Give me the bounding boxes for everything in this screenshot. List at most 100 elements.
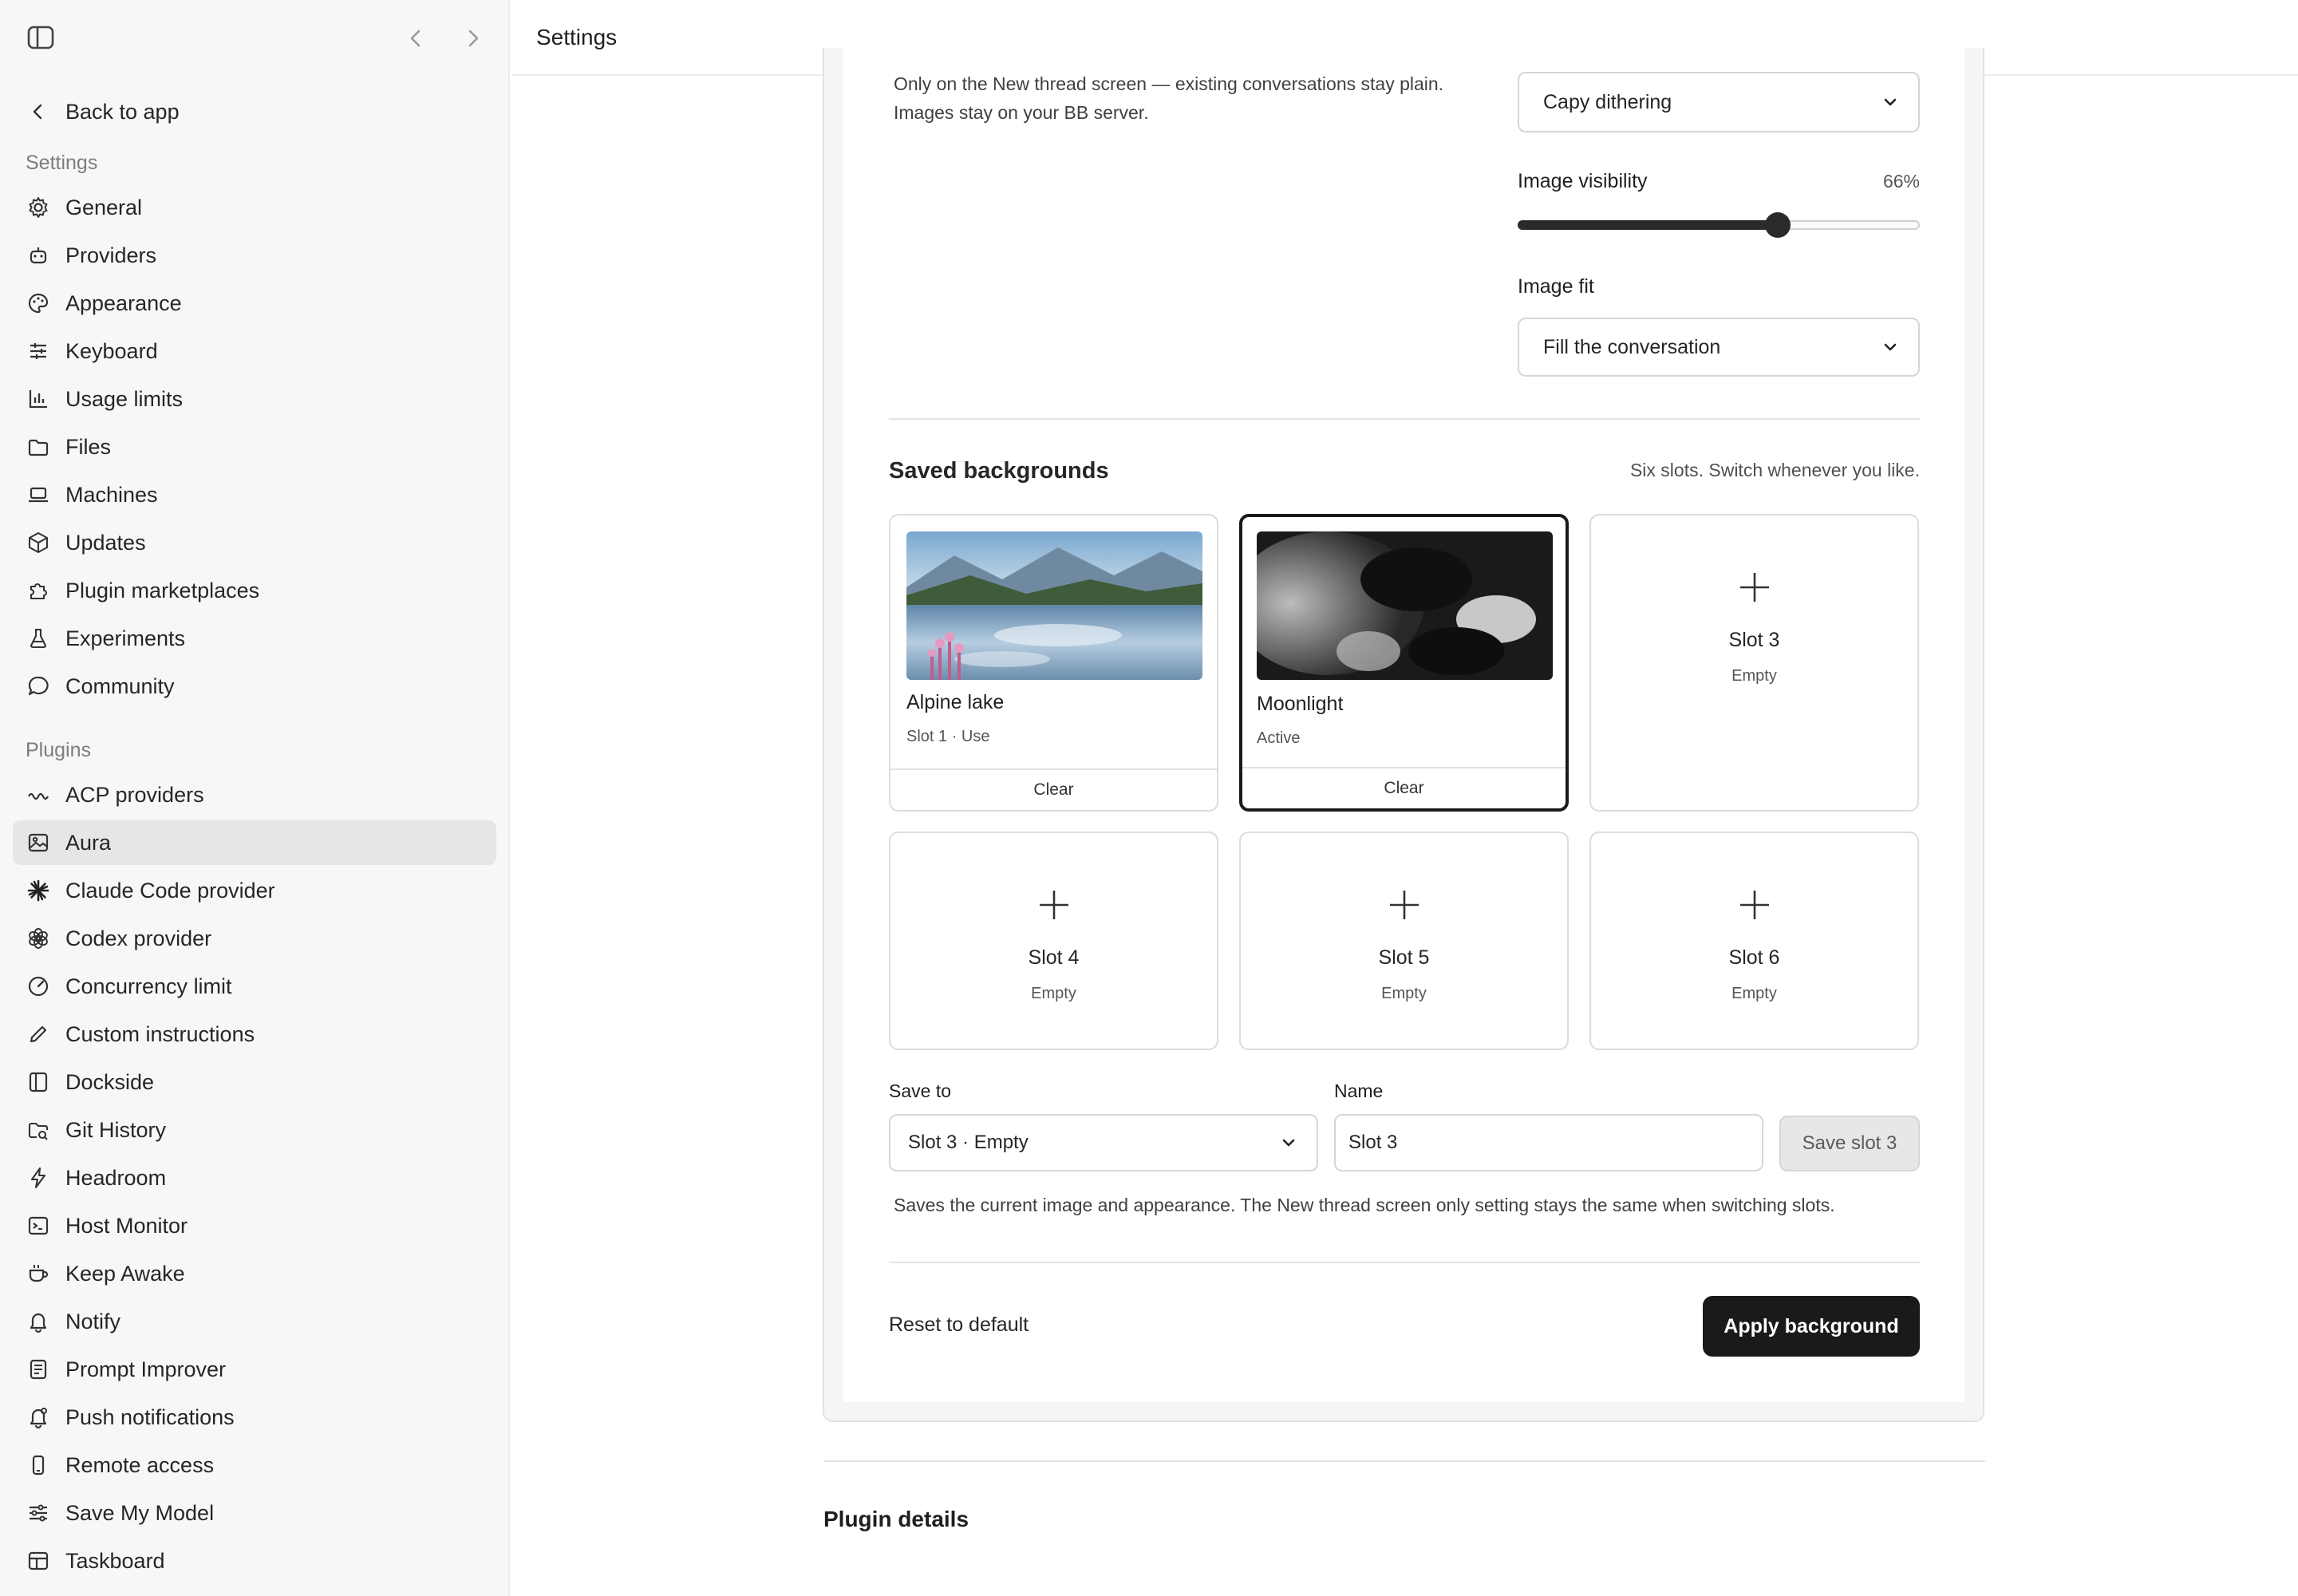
sidebar-item-push-notifications[interactable]: Push notifications	[13, 1395, 496, 1440]
sidebar-item-label: Concurrency limit	[65, 974, 232, 998]
robot-icon	[26, 243, 51, 268]
slot-card-5[interactable]: Slot 5 Empty	[1239, 832, 1569, 1050]
sidebar-item-general[interactable]: General	[13, 185, 496, 230]
sidebar-item-keep-awake[interactable]: Keep Awake	[13, 1251, 496, 1296]
sidebar-item-plugin-marketplaces[interactable]: Plugin marketplaces	[13, 568, 496, 613]
saved-backgrounds-title: Saved backgrounds	[889, 458, 1109, 484]
sidebar-item-community[interactable]: Community	[13, 664, 496, 709]
slot-name: Moonlight	[1257, 693, 1344, 715]
clear-slot-button[interactable]: Clear	[890, 768, 1217, 810]
sidebar-item-label: Save My Model	[65, 1500, 215, 1525]
sidebar-item-remote-access[interactable]: Remote access	[13, 1443, 496, 1487]
plugins-section-label: Plugins	[26, 739, 91, 761]
folder-icon	[26, 434, 51, 460]
clear-slot-button[interactable]: Clear	[1242, 767, 1566, 808]
sidebar-item-notify[interactable]: Notify	[13, 1299, 496, 1344]
terminal-icon	[26, 1213, 51, 1238]
page-title: Settings	[536, 25, 618, 49]
bolt-icon	[26, 1165, 51, 1191]
slot-name: Alpine lake	[906, 691, 1005, 713]
sidebar-item-label: Files	[65, 434, 112, 459]
sidebar-item-host-monitor[interactable]: Host Monitor	[13, 1203, 496, 1248]
slot-card-6[interactable]: Slot 6 Empty	[1589, 832, 1919, 1050]
sidebar-item-codex-provider[interactable]: Codex provider	[13, 916, 496, 961]
name-label: Name	[1334, 1080, 1384, 1101]
back-to-app-link[interactable]: Back to app	[13, 89, 496, 134]
divider	[823, 1460, 1985, 1462]
slot-card-3[interactable]: Slot 3 Empty	[1589, 514, 1919, 812]
chevron-down-icon	[1884, 98, 1897, 106]
slot-name-input[interactable]: Slot 3	[1334, 1114, 1763, 1171]
sidebar-item-machines[interactable]: Machines	[13, 472, 496, 517]
sidebar-item-aura[interactable]: Aura	[13, 820, 496, 865]
sidebar-item-usage-limits[interactable]: Usage limits	[13, 377, 496, 421]
sidebar-item-appearance[interactable]: Appearance	[13, 281, 496, 326]
visibility-slider-thumb[interactable]	[1764, 212, 1791, 238]
sidebar-item-keyboard[interactable]: Keyboard	[13, 329, 496, 373]
slot-card-1[interactable]: Alpine lake Slot 1 · Use Clear	[889, 514, 1218, 812]
sidebar-item-updates[interactable]: Updates	[13, 520, 496, 565]
sidebar-item-label: Notify	[65, 1309, 121, 1333]
flask-icon	[26, 626, 51, 651]
chat-bubble-icon	[26, 674, 51, 699]
sidebar-item-label: Dockside	[65, 1069, 155, 1094]
sidebar-item-label: Community	[65, 674, 175, 698]
laptop-icon	[26, 482, 51, 508]
sidebar-item-headroom[interactable]: Headroom	[13, 1156, 496, 1200]
sidebar-item-prompt-improver[interactable]: Prompt Improver	[13, 1347, 496, 1392]
slot-card-2[interactable]: Moonlight Active Clear	[1239, 514, 1569, 812]
sidebar-item-taskboard[interactable]: Taskboard	[13, 1539, 496, 1583]
saved-backgrounds-note: Six slots. Switch whenever you like.	[1629, 460, 1920, 480]
sidebar-item-experiments[interactable]: Experiments	[13, 616, 496, 661]
sidebar-item-custom-instructions[interactable]: Custom instructions	[13, 1012, 496, 1057]
document-icon	[26, 1357, 51, 1382]
plus-icon	[1389, 891, 1419, 919]
sidebar-item-acp-providers[interactable]: ACP providers	[13, 772, 496, 817]
sidebar-item-label: Custom instructions	[65, 1021, 255, 1046]
sidebar-item-dockside[interactable]: Dockside	[13, 1060, 496, 1104]
fit-select[interactable]: Fill the conversation	[1518, 318, 1920, 377]
slot-meta: Active	[1257, 729, 1301, 747]
board-icon	[26, 1548, 51, 1574]
sidebar-item-save-my-model[interactable]: Save My Model	[13, 1491, 496, 1535]
sidebar-item-providers[interactable]: Providers	[13, 233, 496, 278]
sidebar-item-label: Plugin marketplaces	[65, 578, 260, 602]
visibility-label: Image visibility	[1518, 170, 1648, 192]
chevron-left-icon[interactable]	[402, 25, 429, 52]
sidebar-item-claude-code-provider[interactable]: Claude Code provider	[13, 868, 496, 913]
save-to-select[interactable]: Slot 3 · Empty	[889, 1114, 1318, 1171]
chevron-down-icon	[1282, 1139, 1295, 1147]
chevron-right-icon[interactable]	[460, 25, 487, 52]
sidebar-item-label: Experiments	[65, 626, 186, 650]
puzzle-icon	[26, 578, 51, 603]
box-icon	[26, 530, 51, 555]
visibility-slider-fill	[1518, 220, 1778, 230]
sliders-icon	[26, 338, 51, 364]
slot-meta: Empty	[1031, 985, 1076, 1002]
plus-icon	[1739, 891, 1769, 919]
slot-meta: Empty	[1731, 667, 1777, 685]
folder-git-icon	[26, 1117, 51, 1143]
sidebar-item-label: Git History	[65, 1117, 167, 1142]
sidebar-item-label: Keep Awake	[65, 1261, 185, 1286]
fit-label: Image fit	[1518, 275, 1594, 298]
slot-name: Slot 6	[1728, 946, 1780, 969]
slot-name: Slot 3	[1728, 629, 1780, 651]
visibility-percent: 66%	[1882, 171, 1920, 192]
sidebar-toggle-icon[interactable]	[27, 26, 54, 49]
sidebar-item-git-history[interactable]: Git History	[13, 1108, 496, 1152]
gauge-icon	[26, 974, 51, 999]
apply-background-button[interactable]: Apply background	[1703, 1296, 1920, 1357]
pencil-icon	[26, 1021, 51, 1047]
reset-to-default-button[interactable]: Reset to default	[889, 1314, 1029, 1337]
sidebar-item-files[interactable]: Files	[13, 425, 496, 469]
slot-name: Slot 5	[1378, 946, 1430, 969]
sidebar-item-concurrency-limit[interactable]: Concurrency limit	[13, 964, 496, 1009]
slot-meta: Empty	[1731, 985, 1777, 1002]
slot-card-4[interactable]: Slot 4 Empty	[889, 832, 1218, 1050]
save-slot-button[interactable]: Save slot 3	[1779, 1116, 1920, 1171]
moonlight-thumbnail	[1257, 531, 1553, 680]
sidebar-item-label: Updates	[65, 530, 146, 555]
plus-icon	[1039, 891, 1068, 919]
effect-select[interactable]: Capy dithering	[1518, 72, 1920, 132]
